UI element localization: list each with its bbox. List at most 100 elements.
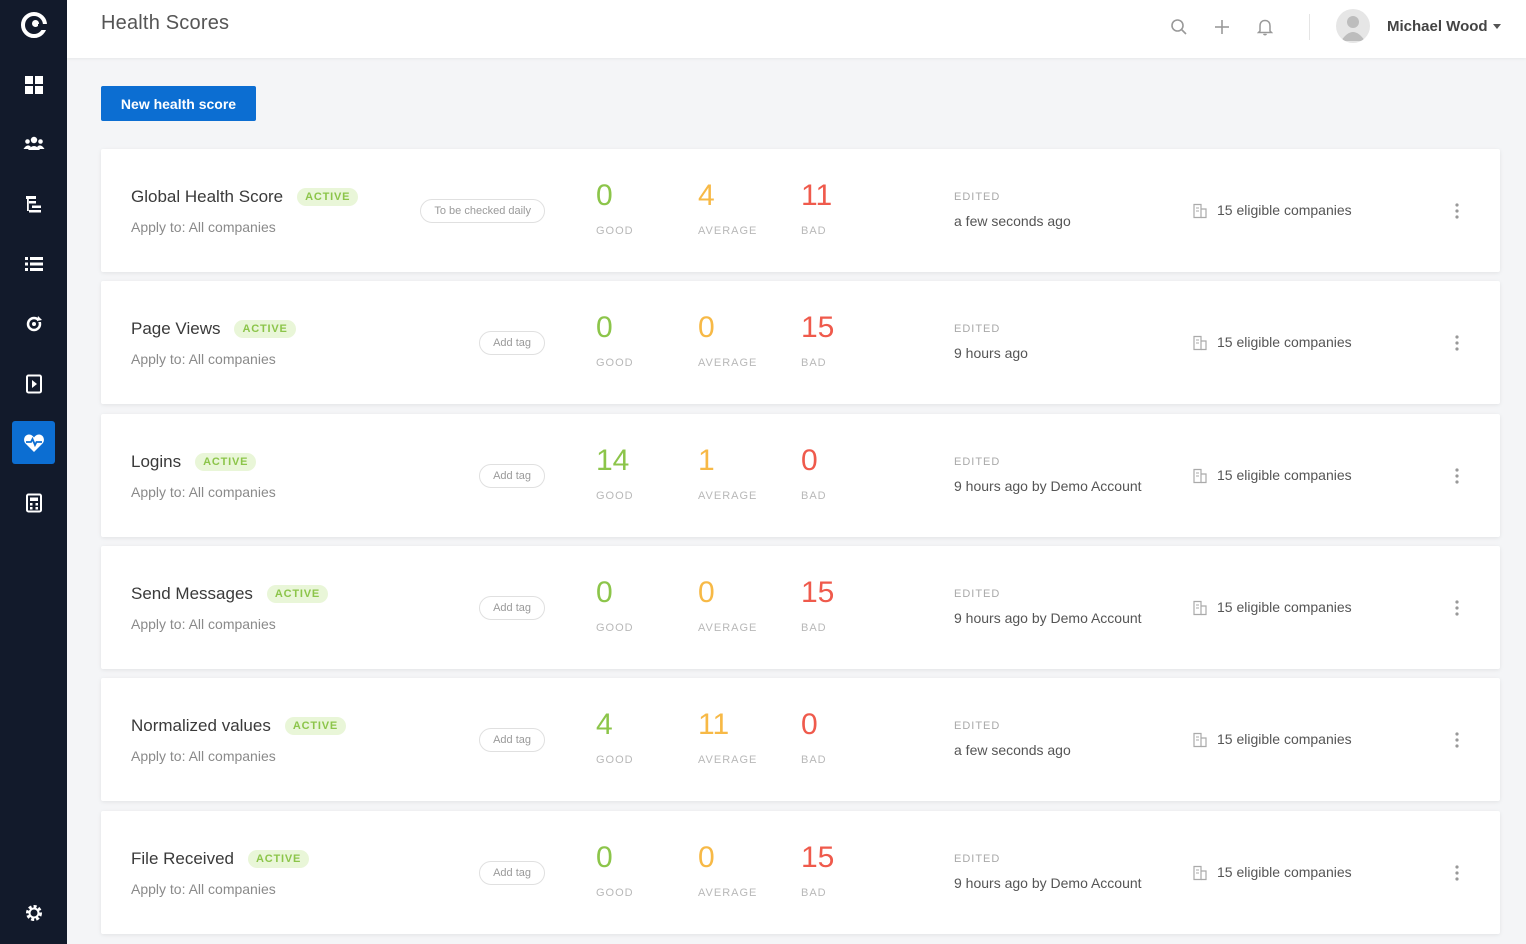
good-count: 0: [596, 841, 613, 874]
apply-to-text: Apply to: All companies: [131, 351, 276, 367]
chevron-down-icon[interactable]: [1493, 24, 1501, 29]
average-count: 0: [698, 841, 715, 874]
users-icon[interactable]: [12, 122, 55, 165]
good-label: GOOD: [596, 225, 634, 237]
tag-pill[interactable]: To be checked daily: [420, 199, 545, 223]
health-score-name-row: Send Messages ACTIVE: [131, 584, 329, 604]
health-icon[interactable]: [12, 421, 55, 464]
health-score-name[interactable]: Normalized values: [131, 716, 271, 735]
good-count: 0: [596, 311, 613, 344]
bad-label: BAD: [801, 225, 827, 237]
health-score-card[interactable]: File Received ACTIVE Apply to: All compan…: [101, 811, 1500, 934]
bad-count: 15: [801, 311, 835, 344]
good-label: GOOD: [596, 622, 634, 634]
edited-time: a few seconds ago: [954, 213, 1071, 229]
apply-to-text: Apply to: All companies: [131, 219, 276, 235]
health-score-name-row: Global Health Score ACTIVE: [131, 187, 359, 207]
edited-label: EDITED: [954, 853, 1001, 865]
top-header: Health Scores Michael Wood: [67, 0, 1526, 58]
more-options-icon[interactable]: [1451, 333, 1463, 353]
tag-pill[interactable]: Add tag: [479, 464, 545, 488]
good-label: GOOD: [596, 754, 634, 766]
good-label: GOOD: [596, 490, 634, 502]
user-name[interactable]: Michael Wood: [1387, 18, 1488, 35]
edited-time: 9 hours ago by Demo Account: [954, 875, 1142, 891]
average-label: AVERAGE: [698, 754, 758, 766]
health-score-name[interactable]: Logins: [131, 452, 181, 471]
bad-label: BAD: [801, 622, 827, 634]
document-icon: [1192, 600, 1208, 616]
average-label: AVERAGE: [698, 225, 758, 237]
new-health-score-button[interactable]: New health score: [101, 86, 256, 121]
more-options-icon[interactable]: [1451, 730, 1463, 750]
edited-label: EDITED: [954, 588, 1001, 600]
more-options-icon[interactable]: [1451, 598, 1463, 618]
health-score-name-row: Page Views ACTIVE: [131, 319, 296, 339]
tag-pill[interactable]: Add tag: [479, 331, 545, 355]
eligible-companies[interactable]: 15 eligible companies: [1217, 334, 1352, 350]
health-score-name-row: Normalized values ACTIVE: [131, 716, 346, 736]
health-score-name[interactable]: Page Views: [131, 319, 220, 338]
health-score-card[interactable]: Logins ACTIVE Apply to: All companies Add…: [101, 414, 1500, 537]
tag-pill[interactable]: Add tag: [479, 728, 545, 752]
status-badge: ACTIVE: [297, 188, 359, 206]
edited-time: 9 hours ago by Demo Account: [954, 610, 1142, 626]
apply-to-text: Apply to: All companies: [131, 616, 276, 632]
document-icon: [1192, 468, 1208, 484]
bad-label: BAD: [801, 754, 827, 766]
edited-time: a few seconds ago: [954, 742, 1071, 758]
good-label: GOOD: [596, 357, 634, 369]
average-count: 1: [698, 444, 715, 477]
bad-label: BAD: [801, 490, 827, 502]
health-score-name[interactable]: File Received: [131, 849, 234, 868]
health-score-card[interactable]: Normalized values ACTIVE Apply to: All co…: [101, 678, 1500, 801]
health-score-card[interactable]: Global Health Score ACTIVE Apply to: All …: [101, 149, 1500, 272]
avatar[interactable]: [1336, 9, 1370, 43]
eligible-companies[interactable]: 15 eligible companies: [1217, 202, 1352, 218]
edited-time: 9 hours ago by Demo Account: [954, 478, 1142, 494]
sidebar: [0, 0, 67, 944]
bad-count: 0: [801, 444, 818, 477]
more-options-icon[interactable]: [1451, 201, 1463, 221]
average-count: 11: [698, 708, 730, 741]
search-icon[interactable]: [1168, 16, 1190, 38]
edited-label: EDITED: [954, 191, 1001, 203]
good-count: 14: [596, 444, 630, 477]
status-badge: ACTIVE: [266, 585, 329, 603]
good-label: GOOD: [596, 887, 634, 899]
segments-icon[interactable]: [12, 182, 55, 225]
status-badge: ACTIVE: [248, 850, 310, 868]
calculator-icon[interactable]: [12, 481, 55, 524]
eligible-companies[interactable]: 15 eligible companies: [1217, 864, 1352, 880]
health-score-card[interactable]: Send Messages ACTIVE Apply to: All compan…: [101, 546, 1500, 669]
eligible-companies[interactable]: 15 eligible companies: [1217, 599, 1352, 615]
settings-icon[interactable]: [12, 891, 55, 934]
refresh-icon[interactable]: [12, 302, 55, 345]
health-score-card[interactable]: Page Views ACTIVE Apply to: All companies…: [101, 281, 1500, 404]
average-label: AVERAGE: [698, 622, 758, 634]
health-score-name-row: Logins ACTIVE: [131, 452, 257, 472]
eligible-companies[interactable]: 15 eligible companies: [1217, 731, 1352, 747]
list-icon[interactable]: [12, 242, 55, 285]
document-icon: [1192, 865, 1208, 881]
status-badge: ACTIVE: [234, 320, 296, 338]
logo-icon[interactable]: [12, 3, 55, 46]
eligible-companies[interactable]: 15 eligible companies: [1217, 467, 1352, 483]
status-badge: ACTIVE: [195, 453, 257, 471]
bell-icon[interactable]: [1254, 16, 1276, 38]
tag-pill[interactable]: Add tag: [479, 596, 545, 620]
more-options-icon[interactable]: [1451, 863, 1463, 883]
playbook-icon[interactable]: [12, 362, 55, 405]
health-score-name[interactable]: Send Messages: [131, 584, 253, 603]
more-options-icon[interactable]: [1451, 466, 1463, 486]
document-icon: [1192, 335, 1208, 351]
document-icon: [1192, 732, 1208, 748]
average-label: AVERAGE: [698, 490, 758, 502]
page-title: Health Scores: [101, 12, 230, 34]
bad-count: 15: [801, 841, 835, 874]
bad-label: BAD: [801, 887, 827, 899]
dashboard-icon[interactable]: [12, 63, 55, 106]
plus-icon[interactable]: [1211, 16, 1233, 38]
health-score-name[interactable]: Global Health Score: [131, 187, 283, 206]
tag-pill[interactable]: Add tag: [479, 861, 545, 885]
